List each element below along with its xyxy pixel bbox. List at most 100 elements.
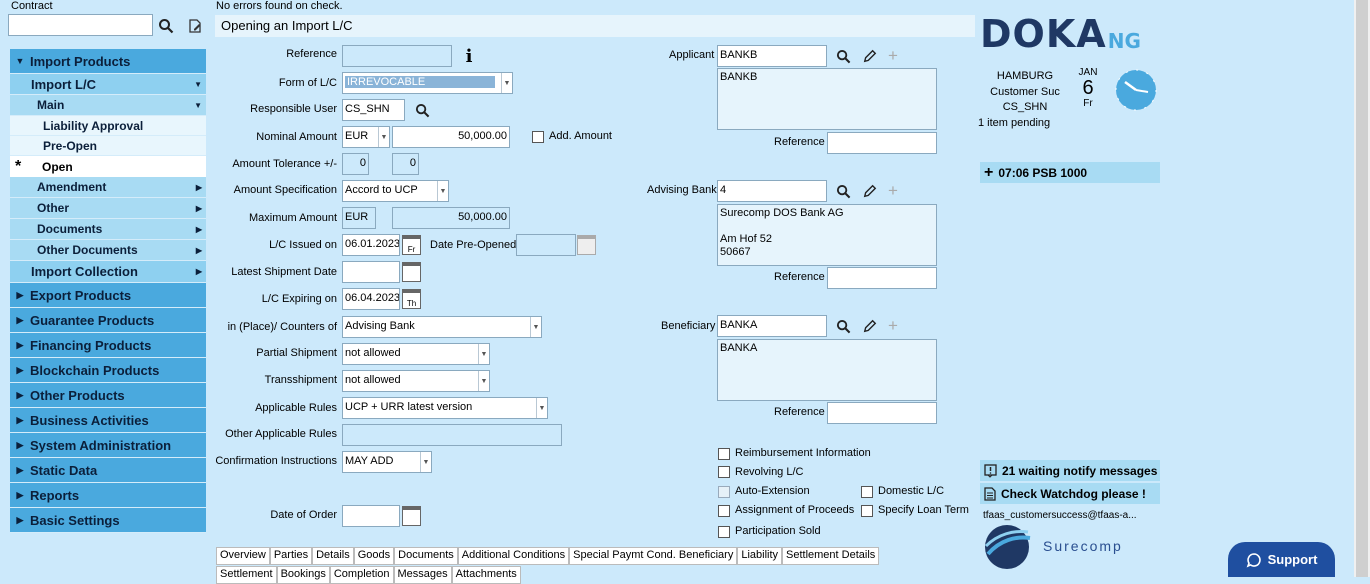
nav-section[interactable]: ▶ Business Activities — [10, 408, 206, 433]
applicant-address[interactable]: BANKB — [717, 68, 937, 130]
nominal-currency-select[interactable]: EUR ▼ — [342, 126, 390, 148]
support-button[interactable]: Support — [1228, 542, 1335, 577]
place-select[interactable]: Advising Bank ▼ — [342, 316, 542, 338]
pencil-icon[interactable] — [861, 182, 879, 200]
beneficiary-label: Beneficiary — [661, 320, 716, 332]
add-amount-checkbox[interactable] — [532, 131, 544, 143]
pencil-icon[interactable] — [861, 317, 879, 335]
issued-date-field[interactable]: 06.01.2023 — [342, 234, 400, 256]
nav-import-products[interactable]: ▼ Import Products — [10, 49, 206, 74]
tab-special-paymt[interactable]: Special Paymt Cond. Beneficiary — [569, 547, 738, 565]
nav-main[interactable]: Main ▼ — [10, 95, 206, 116]
amount-spec-select[interactable]: Accord to UCP ▼ — [342, 180, 449, 202]
applicant-field[interactable]: BANKB — [717, 45, 827, 67]
expiring-date-field[interactable]: 06.04.2023 — [342, 288, 400, 310]
calendar-icon[interactable] — [402, 262, 421, 282]
tab-settlement-details[interactable]: Settlement Details — [782, 547, 880, 565]
watchdog-alert[interactable]: Check Watchdog please ! — [980, 483, 1160, 504]
rules-select[interactable]: UCP + URR latest version ▼ — [342, 397, 548, 419]
nav-section[interactable]: ▶ Guarantee Products — [10, 308, 206, 333]
scrollbar-thumb[interactable] — [1356, 0, 1368, 577]
nav-section[interactable]: ▶ Financing Products — [10, 333, 206, 358]
nav-section[interactable]: ▶ Static Data — [10, 458, 206, 483]
advising-bank-address[interactable]: Surecomp DOS Bank AG Am Hof 52 50667 — [717, 204, 937, 266]
nav-import-lc[interactable]: Import L/C ▼ — [10, 74, 206, 95]
triangle-right-icon: ▶ — [16, 439, 24, 450]
nav-import-collection[interactable]: Import Collection ▶ — [10, 261, 206, 283]
tab-overview[interactable]: Overview — [216, 547, 270, 565]
search-icon[interactable] — [157, 17, 175, 35]
partial-shipment-select[interactable]: not allowed ▼ — [342, 343, 490, 365]
advising-reference-field[interactable] — [827, 267, 937, 289]
nav-section[interactable]: ▶ System Administration — [10, 433, 206, 458]
domestic-checkbox[interactable] — [861, 486, 873, 498]
nav-other-documents[interactable]: Other Documents ▶ — [10, 240, 206, 261]
search-icon[interactable] — [834, 47, 852, 65]
info-icon[interactable]: i — [460, 46, 478, 67]
plus-icon[interactable]: + — [884, 316, 902, 335]
tab-settlement[interactable]: Settlement — [216, 566, 277, 584]
nav-section[interactable]: ▶ Blockchain Products — [10, 358, 206, 383]
nav-section[interactable]: ▶ Export Products — [10, 283, 206, 308]
latest-shipment-field[interactable] — [342, 261, 400, 283]
time-entry[interactable]: +07:06 PSB 1000 — [980, 162, 1160, 183]
resp-user-field[interactable]: CS_SHN — [342, 99, 405, 121]
contract-input[interactable] — [8, 14, 153, 36]
tab-details[interactable]: Details — [312, 547, 354, 565]
tab-bookings[interactable]: Bookings — [276, 566, 330, 584]
loan-term-checkbox[interactable] — [861, 505, 873, 517]
nav-amendment[interactable]: Amendment ▶ — [10, 177, 206, 198]
tab-messages[interactable]: Messages — [393, 566, 452, 584]
transshipment-select[interactable]: not allowed ▼ — [342, 370, 490, 392]
tolerance-plus-field[interactable]: 0 — [342, 153, 369, 175]
search-icon[interactable] — [413, 101, 431, 119]
tab-additional-conditions[interactable]: Additional Conditions — [457, 547, 570, 565]
calendar-icon[interactable]: Fr — [402, 235, 421, 255]
tab-documents[interactable]: Documents — [394, 547, 458, 565]
nav-documents[interactable]: Documents ▶ — [10, 219, 206, 240]
preopened-label: Date Pre-Opened — [430, 239, 517, 251]
nav-section[interactable]: ▶ Other Products — [10, 383, 206, 408]
nav-section[interactable]: ▶ Reports — [10, 483, 206, 508]
advising-bank-field[interactable]: 4 — [717, 180, 827, 202]
search-icon[interactable] — [834, 182, 852, 200]
tab-attachments[interactable]: Attachments — [451, 566, 521, 584]
tab-goods[interactable]: Goods — [353, 547, 395, 565]
beneficiary-field[interactable]: BANKA — [717, 315, 827, 337]
notify-messages[interactable]: 21 waiting notify messages — [980, 460, 1160, 481]
participation-checkbox[interactable] — [718, 526, 730, 538]
max-amount-field: 50,000.00 — [392, 207, 510, 229]
beneficiary-reference-field[interactable] — [827, 402, 937, 424]
search-icon[interactable] — [834, 317, 852, 335]
calendar-icon[interactable] — [402, 506, 421, 526]
latest-shipment-label: Latest Shipment Date — [231, 266, 337, 278]
tolerance-minus-field[interactable]: 0 — [392, 153, 419, 175]
nav-open[interactable]: * Open — [10, 156, 206, 177]
applicant-reference-field[interactable] — [827, 132, 937, 154]
plus-icon[interactable]: + — [884, 46, 902, 65]
tab-completion[interactable]: Completion — [329, 566, 394, 584]
nav-liability-approval[interactable]: Liability Approval — [10, 116, 206, 136]
tab-liability[interactable]: Liability — [737, 547, 783, 565]
triangle-right-icon: ▶ — [16, 289, 24, 300]
nominal-amount-field[interactable]: 50,000.00 — [392, 126, 510, 148]
max-currency-field: EUR — [342, 207, 376, 229]
nav-other[interactable]: Other ▶ — [10, 198, 206, 219]
nav-pre-open[interactable]: Pre-Open — [10, 136, 206, 156]
revolving-checkbox[interactable] — [718, 466, 730, 478]
tab-parties[interactable]: Parties — [269, 547, 313, 565]
edit-document-icon[interactable] — [186, 17, 204, 35]
order-date-field[interactable] — [342, 505, 400, 527]
confirmation-select[interactable]: MAY ADD ▼ — [342, 451, 432, 473]
pencil-icon[interactable] — [861, 47, 879, 65]
revolving-label: Revolving L/C — [735, 466, 804, 478]
pending-items[interactable]: 1 item pending — [978, 117, 1050, 129]
reimbursement-checkbox[interactable] — [718, 448, 730, 460]
reference-field[interactable] — [342, 45, 452, 67]
beneficiary-address[interactable]: BANKA — [717, 339, 937, 401]
assignment-checkbox[interactable] — [718, 505, 730, 517]
calendar-icon[interactable]: Th — [402, 289, 421, 309]
form-lc-select[interactable]: IRREVOCABLE ▼ — [342, 72, 513, 94]
nav-section[interactable]: ▶ Basic Settings — [10, 508, 206, 533]
plus-icon[interactable]: + — [884, 181, 902, 200]
